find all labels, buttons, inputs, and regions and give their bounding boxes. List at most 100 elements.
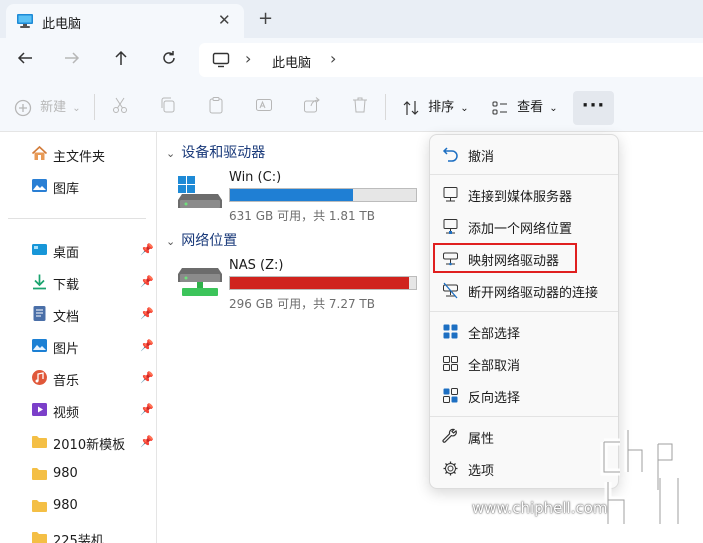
cut-button[interactable] bbox=[111, 96, 129, 118]
menu-item-label: 选项 bbox=[468, 464, 495, 479]
invert-selection-icon bbox=[443, 388, 458, 403]
sidebar-item-documents[interactable]: 文档 📌 bbox=[0, 299, 156, 329]
drive-name: NAS (Z:) bbox=[229, 258, 284, 273]
sidebar-item-pictures[interactable]: 图片 📌 bbox=[0, 331, 156, 361]
gallery-icon bbox=[32, 179, 47, 192]
menu-item-select-all[interactable]: 全部选择 bbox=[434, 316, 616, 346]
group-header-devices[interactable]: ⌄ 设备和驱动器 bbox=[166, 142, 265, 162]
divider bbox=[385, 94, 386, 120]
group-header-network[interactable]: ⌄ 网络位置 bbox=[166, 230, 237, 250]
drive-usage-bar bbox=[229, 276, 417, 290]
menu-item-label: 连接到媒体服务器 bbox=[468, 190, 573, 205]
gear-icon bbox=[443, 461, 458, 476]
folder-icon bbox=[32, 436, 47, 448]
chevron-right-icon[interactable]: › bbox=[330, 49, 336, 68]
share-button[interactable] bbox=[303, 96, 321, 118]
menu-separator bbox=[430, 416, 618, 417]
sidebar-item-folder[interactable]: 2010新模板 📌 bbox=[0, 427, 156, 457]
back-button[interactable] bbox=[14, 49, 36, 71]
address-bar[interactable]: › 此电脑 › bbox=[199, 43, 703, 77]
sidebar-item-folder[interactable]: 980 bbox=[0, 459, 156, 489]
sidebar-item-folder[interactable]: 225装机 bbox=[0, 523, 156, 543]
music-icon bbox=[32, 370, 47, 385]
sidebar-item-label: 下载 bbox=[53, 278, 80, 293]
tab-title: 此电脑 bbox=[42, 17, 82, 32]
sidebar-item-videos[interactable]: 视频 📌 bbox=[0, 395, 156, 425]
sidebar-item-label: 图片 bbox=[53, 342, 80, 357]
menu-item-add-network-location[interactable]: 添加一个网络位置 bbox=[434, 211, 616, 241]
rename-button[interactable] bbox=[255, 96, 273, 118]
up-button[interactable] bbox=[110, 49, 132, 71]
rename-icon bbox=[256, 99, 272, 111]
more-options-button[interactable]: ··· bbox=[573, 91, 614, 125]
pin-icon[interactable]: 📌 bbox=[140, 275, 154, 288]
properties-icon bbox=[442, 428, 457, 443]
navigation-bar: › 此电脑 › bbox=[0, 38, 703, 82]
close-tab-icon[interactable]: ✕ bbox=[218, 11, 231, 29]
view-label: 查看 bbox=[517, 100, 544, 115]
new-label: 新建 bbox=[40, 100, 67, 115]
drive-free-space: 631 GB 可用，共 1.81 TB bbox=[229, 209, 375, 223]
drive-free-space: 296 GB 可用，共 7.27 TB bbox=[229, 297, 375, 311]
new-button[interactable]: 新建 ⌄ bbox=[14, 96, 81, 118]
sidebar-item-downloads[interactable]: 下载 📌 bbox=[0, 267, 156, 297]
disconnect-drive-icon bbox=[443, 282, 458, 299]
document-icon bbox=[33, 306, 46, 321]
breadcrumb-this-pc[interactable]: 此电脑 bbox=[272, 52, 311, 71]
pin-icon[interactable]: 📌 bbox=[140, 307, 154, 320]
menu-item-disconnect-network-drive[interactable]: 断开网络驱动器的连接 bbox=[434, 275, 616, 305]
sidebar-item-folder[interactable]: 980 bbox=[0, 491, 156, 521]
media-server-icon bbox=[443, 187, 458, 202]
sidebar-item-label: 2010新模板 bbox=[53, 438, 126, 453]
menu-item-invert-selection[interactable]: 反向选择 bbox=[434, 380, 616, 410]
menu-item-properties[interactable]: 属性 bbox=[434, 421, 616, 451]
menu-item-options[interactable]: 选项 bbox=[434, 453, 616, 483]
drive-item[interactable]: NAS (Z:) 296 GB 可用，共 7.27 TB bbox=[178, 258, 418, 314]
copy-button[interactable] bbox=[159, 96, 177, 118]
chiphell-logo-watermark bbox=[600, 430, 682, 528]
chevron-down-icon: ⌄ bbox=[72, 103, 81, 114]
chevron-down-icon: ⌄ bbox=[549, 103, 558, 114]
pin-icon[interactable]: 📌 bbox=[140, 339, 154, 352]
sidebar-item-gallery[interactable]: 图库 bbox=[0, 171, 156, 201]
paste-button[interactable] bbox=[207, 96, 225, 118]
view-list-icon bbox=[492, 101, 507, 114]
sort-label: 排序 bbox=[428, 100, 455, 115]
pin-icon[interactable]: 📌 bbox=[140, 243, 154, 256]
pin-icon[interactable]: 📌 bbox=[140, 403, 154, 416]
group-title: 设备和驱动器 bbox=[181, 145, 266, 161]
sidebar-item-label: 文档 bbox=[53, 310, 80, 325]
pin-icon[interactable]: 📌 bbox=[140, 371, 154, 384]
select-all-icon bbox=[443, 324, 458, 339]
sort-button[interactable]: 排序 ⌄ bbox=[402, 96, 469, 118]
drive-usage-fill bbox=[230, 277, 409, 289]
desktop-icon bbox=[32, 244, 47, 255]
share-icon bbox=[304, 97, 320, 113]
sidebar-item-home[interactable]: 主文件夹 bbox=[0, 139, 156, 169]
view-button[interactable]: 查看 ⌄ bbox=[491, 96, 558, 118]
menu-separator bbox=[430, 311, 618, 312]
menu-item-label: 属性 bbox=[468, 432, 495, 447]
drive-item[interactable]: Win (C:) 631 GB 可用，共 1.81 TB bbox=[178, 170, 418, 226]
sidebar-item-label: 视频 bbox=[53, 406, 80, 421]
copy-icon bbox=[161, 97, 175, 113]
chevron-right-icon[interactable]: › bbox=[245, 49, 251, 68]
refresh-icon bbox=[163, 51, 175, 64]
menu-separator bbox=[430, 174, 618, 175]
menu-item-undo[interactable]: 撤消 bbox=[434, 139, 616, 169]
menu-item-label: 断开网络驱动器的连接 bbox=[468, 286, 599, 301]
sidebar-item-desktop[interactable]: 桌面 📌 bbox=[0, 235, 156, 265]
pin-icon[interactable]: 📌 bbox=[140, 435, 154, 448]
sidebar-item-label: 图库 bbox=[53, 182, 80, 197]
menu-item-select-none[interactable]: 全部取消 bbox=[434, 348, 616, 378]
command-bar: 新建 ⌄ 排序 ⌄ 查看 ⌄ ··· bbox=[0, 82, 703, 132]
highlight-box bbox=[433, 243, 577, 273]
sidebar-item-music[interactable]: 音乐 📌 bbox=[0, 363, 156, 393]
delete-button[interactable] bbox=[351, 96, 369, 118]
forward-button[interactable] bbox=[61, 49, 83, 71]
refresh-button[interactable] bbox=[158, 49, 180, 71]
sidebar-item-label: 980 bbox=[53, 466, 78, 481]
tab-this-pc[interactable]: 此电脑 ✕ bbox=[6, 4, 244, 38]
menu-item-media-server[interactable]: 连接到媒体服务器 bbox=[434, 179, 616, 209]
new-tab-button[interactable]: + bbox=[258, 8, 273, 29]
